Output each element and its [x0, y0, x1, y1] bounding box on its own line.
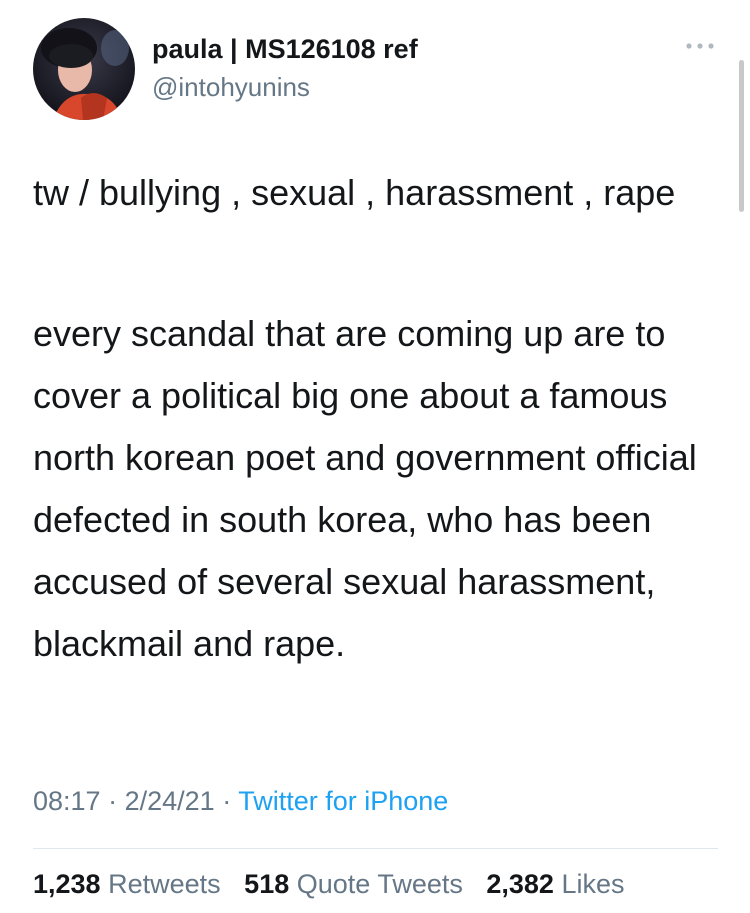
tweet-time: 08:17: [33, 786, 101, 816]
tweet-text: every scandal that are coming up are to …: [33, 313, 697, 664]
quote-tweets-count: 518: [244, 869, 290, 899]
avatar-photo: [33, 18, 135, 120]
divider: [33, 848, 718, 849]
more-options-icon[interactable]: [684, 36, 716, 56]
likes-label: Likes: [561, 869, 625, 899]
tweet-meta: 08:17 · 2/24/21 · Twitter for iPhone: [33, 786, 448, 817]
tweet-source[interactable]: Twitter for iPhone: [238, 786, 448, 816]
quote-tweets-label: Quote Tweets: [296, 869, 463, 899]
tweet-date[interactable]: 2/24/21: [125, 786, 215, 816]
retweets-label: Retweets: [108, 869, 221, 899]
likes-count: 2,382: [486, 869, 554, 899]
display-name[interactable]: paula | MS126108 ref: [152, 34, 418, 65]
retweets-stat[interactable]: 1,238 Retweets: [33, 869, 221, 899]
avatar[interactable]: [33, 18, 135, 120]
meta-separator: ·: [108, 786, 118, 816]
content-warning-text: tw / bullying , sexual , harassment , ra…: [33, 172, 676, 213]
tweet-stats: 1,238 Retweets 518 Quote Tweets 2,382 Li…: [33, 869, 625, 900]
user-handle[interactable]: @intohyunins: [152, 72, 310, 103]
retweets-count: 1,238: [33, 869, 101, 899]
meta-separator: ·: [222, 786, 232, 816]
quote-tweets-stat[interactable]: 518 Quote Tweets: [244, 869, 463, 899]
scroll-indicator[interactable]: [739, 60, 744, 212]
likes-stat[interactable]: 2,382 Likes: [486, 869, 624, 899]
